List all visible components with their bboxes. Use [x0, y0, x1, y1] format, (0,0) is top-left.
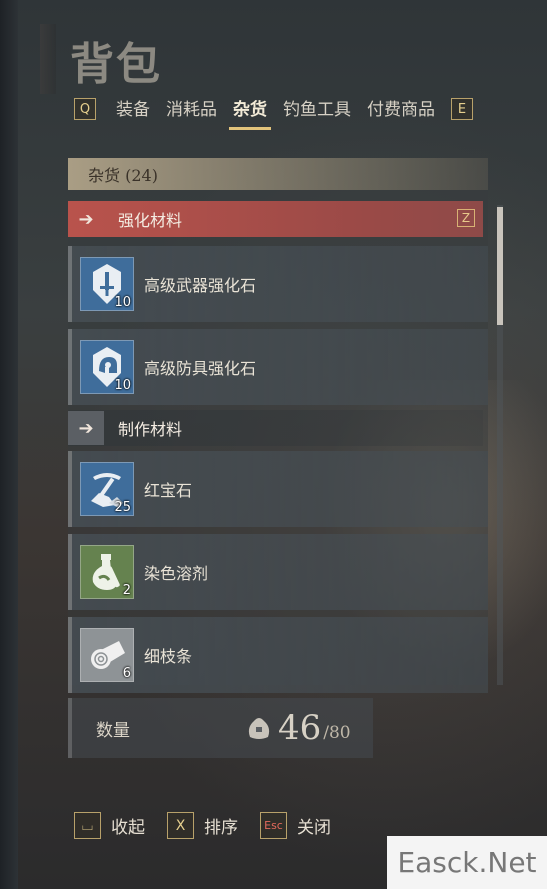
- helmet-stone-icon: 10: [80, 340, 134, 394]
- pickaxe-ore-icon: 25: [80, 462, 134, 516]
- item-name: 细枝条: [144, 647, 193, 666]
- list-item[interactable]: 10 高级防具强化石: [68, 329, 488, 405]
- background-edge: [0, 0, 18, 889]
- flask-icon: 2: [80, 545, 134, 599]
- tab-misc[interactable]: 杂货: [229, 95, 271, 130]
- tab-equipment[interactable]: 装备: [116, 95, 150, 124]
- log-icon: 6: [80, 628, 134, 682]
- item-count: 2: [122, 583, 131, 598]
- item-name: 染色溶剂: [144, 564, 209, 583]
- tab-prev-key[interactable]: Q: [74, 98, 96, 120]
- bag-icon: [248, 718, 270, 739]
- item-count: 10: [114, 295, 131, 310]
- item-count: 10: [114, 378, 131, 393]
- scrollbar[interactable]: [497, 205, 503, 685]
- collapse-key[interactable]: Z: [457, 209, 475, 227]
- arrow-right-icon: ➔: [68, 411, 104, 445]
- tab-consumables[interactable]: 消耗品: [166, 95, 217, 124]
- page-title: 背包: [70, 39, 162, 90]
- sort-key[interactable]: X: [167, 812, 194, 839]
- close-hint: 关闭: [297, 818, 331, 838]
- item-count: 25: [114, 500, 131, 515]
- arrow-right-icon: ➔: [78, 208, 94, 230]
- category-header: 杂货 (24): [68, 158, 488, 190]
- section-crafting[interactable]: ➔ 制作材料: [68, 410, 483, 446]
- watermark: Easck.Net: [387, 836, 547, 889]
- section-label: 强化材料: [118, 211, 183, 230]
- capacity-max: /80: [323, 723, 351, 743]
- sort-hint: 排序: [204, 818, 238, 838]
- item-name: 高级武器强化石: [144, 276, 257, 295]
- tab-paid-items[interactable]: 付费商品: [367, 95, 435, 124]
- list-item[interactable]: 6 细枝条: [68, 617, 488, 693]
- item-name: 红宝石: [144, 481, 193, 500]
- tab-bar: Q 装备 消耗品 杂货 钓鱼工具 付费商品 E: [74, 95, 473, 130]
- collapse-hint: 收起: [111, 818, 145, 838]
- capacity-label: 数量: [96, 720, 130, 741]
- space-key-icon[interactable]: ⌴: [74, 812, 101, 839]
- list-item[interactable]: 2 染色溶剂: [68, 534, 488, 610]
- tab-fishing-tools[interactable]: 钓鱼工具: [283, 95, 351, 124]
- category-label: 杂货 (24): [88, 166, 158, 185]
- scroll-thumb[interactable]: [497, 207, 503, 325]
- section-label: 制作材料: [118, 420, 183, 439]
- item-name: 高级防具强化石: [144, 359, 257, 378]
- sword-stone-icon: 10: [80, 257, 134, 311]
- capacity-bar: 数量 46 /80: [68, 698, 373, 758]
- tab-next-key[interactable]: E: [451, 98, 473, 120]
- capacity-current: 46: [278, 708, 322, 748]
- list-item[interactable]: 10 高级武器强化石: [68, 246, 488, 322]
- esc-key[interactable]: Esc: [260, 812, 287, 839]
- list-item[interactable]: 25 红宝石: [68, 451, 488, 527]
- item-count: 6: [122, 666, 131, 681]
- section-enhancement[interactable]: ➔ 强化材料 Z: [68, 201, 483, 237]
- footer-hints: ⌴ 收起 X 排序 Esc 关闭: [74, 812, 353, 839]
- title-accent-bar: [40, 24, 56, 94]
